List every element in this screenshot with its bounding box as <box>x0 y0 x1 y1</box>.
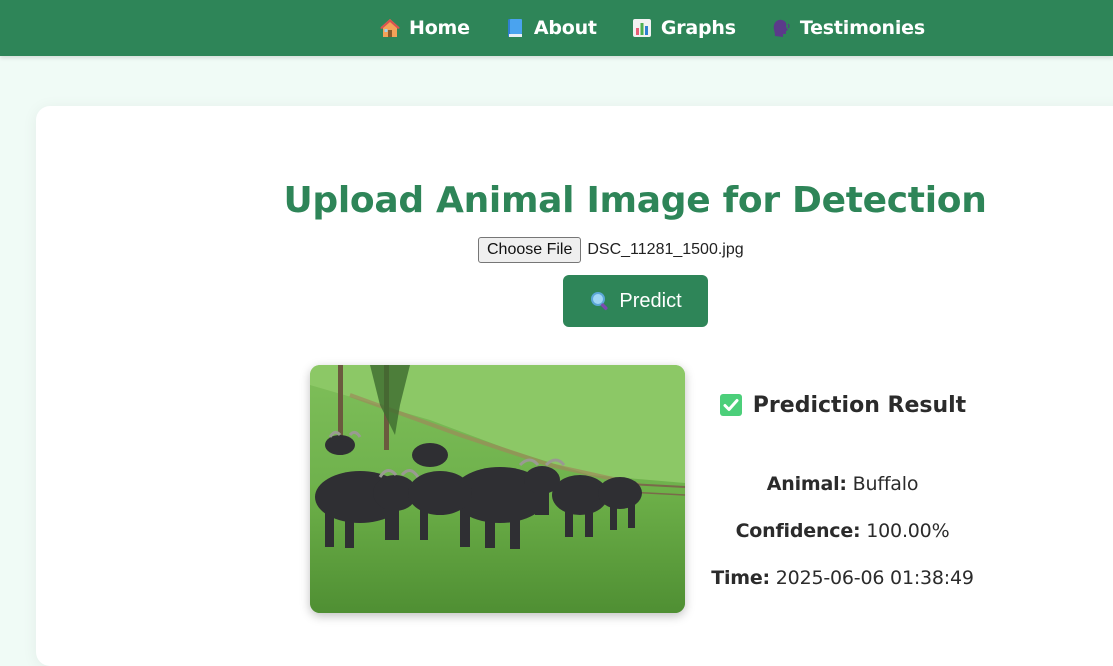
nav-links: Home About Graphs Testimonies <box>379 0 925 56</box>
predict-label: Predict <box>619 289 682 312</box>
prediction-result: Prediction Result Animal: Buffalo Confid… <box>700 385 985 589</box>
file-upload: Choose File DSC_11281_1500.jpg <box>478 236 744 263</box>
result-header: Prediction Result <box>700 385 985 425</box>
nav-about-link[interactable]: About <box>504 17 597 39</box>
check-mark-button-icon <box>719 394 742 416</box>
nav-about-label: About <box>533 17 597 39</box>
confidence-label: Confidence: <box>735 520 861 542</box>
choose-file-button[interactable]: Choose File <box>478 236 582 263</box>
buffalo-photo <box>310 365 685 613</box>
animal-label: Animal: <box>766 473 847 495</box>
nav-graphs-link[interactable]: Graphs <box>631 17 736 39</box>
uploaded-image <box>310 365 685 613</box>
confidence-value: 100.00% <box>866 520 950 542</box>
magnifier-icon <box>591 292 609 311</box>
nav-testimonies-label: Testimonies <box>799 17 925 39</box>
house-icon <box>380 19 400 37</box>
page-title: Upload Animal Image for Detection <box>283 180 987 221</box>
time-row: Time: 2025-06-06 01:38:49 <box>700 568 985 588</box>
time-value: 2025-06-06 01:38:49 <box>775 567 974 589</box>
predict-button[interactable]: Predict <box>563 275 708 327</box>
time-label: Time: <box>711 567 770 589</box>
bar-chart-icon <box>632 19 651 37</box>
nav-testimonies-link[interactable]: Testimonies <box>770 17 925 39</box>
book-icon <box>507 19 522 37</box>
animal-row: Animal: Buffalo <box>700 474 985 494</box>
animal-value: Buffalo <box>852 473 919 495</box>
nav-home-label: Home <box>409 17 470 39</box>
nav-home-link[interactable]: Home <box>379 17 470 39</box>
nav-graphs-label: Graphs <box>660 17 736 39</box>
navbar: Home About Graphs Testimonies <box>0 0 1113 56</box>
speaking-head-icon <box>773 19 790 37</box>
confidence-row: Confidence: 100.00% <box>700 521 985 541</box>
result-title: Prediction Result <box>752 392 967 418</box>
selected-file-name: DSC_11281_1500.jpg <box>587 240 744 258</box>
